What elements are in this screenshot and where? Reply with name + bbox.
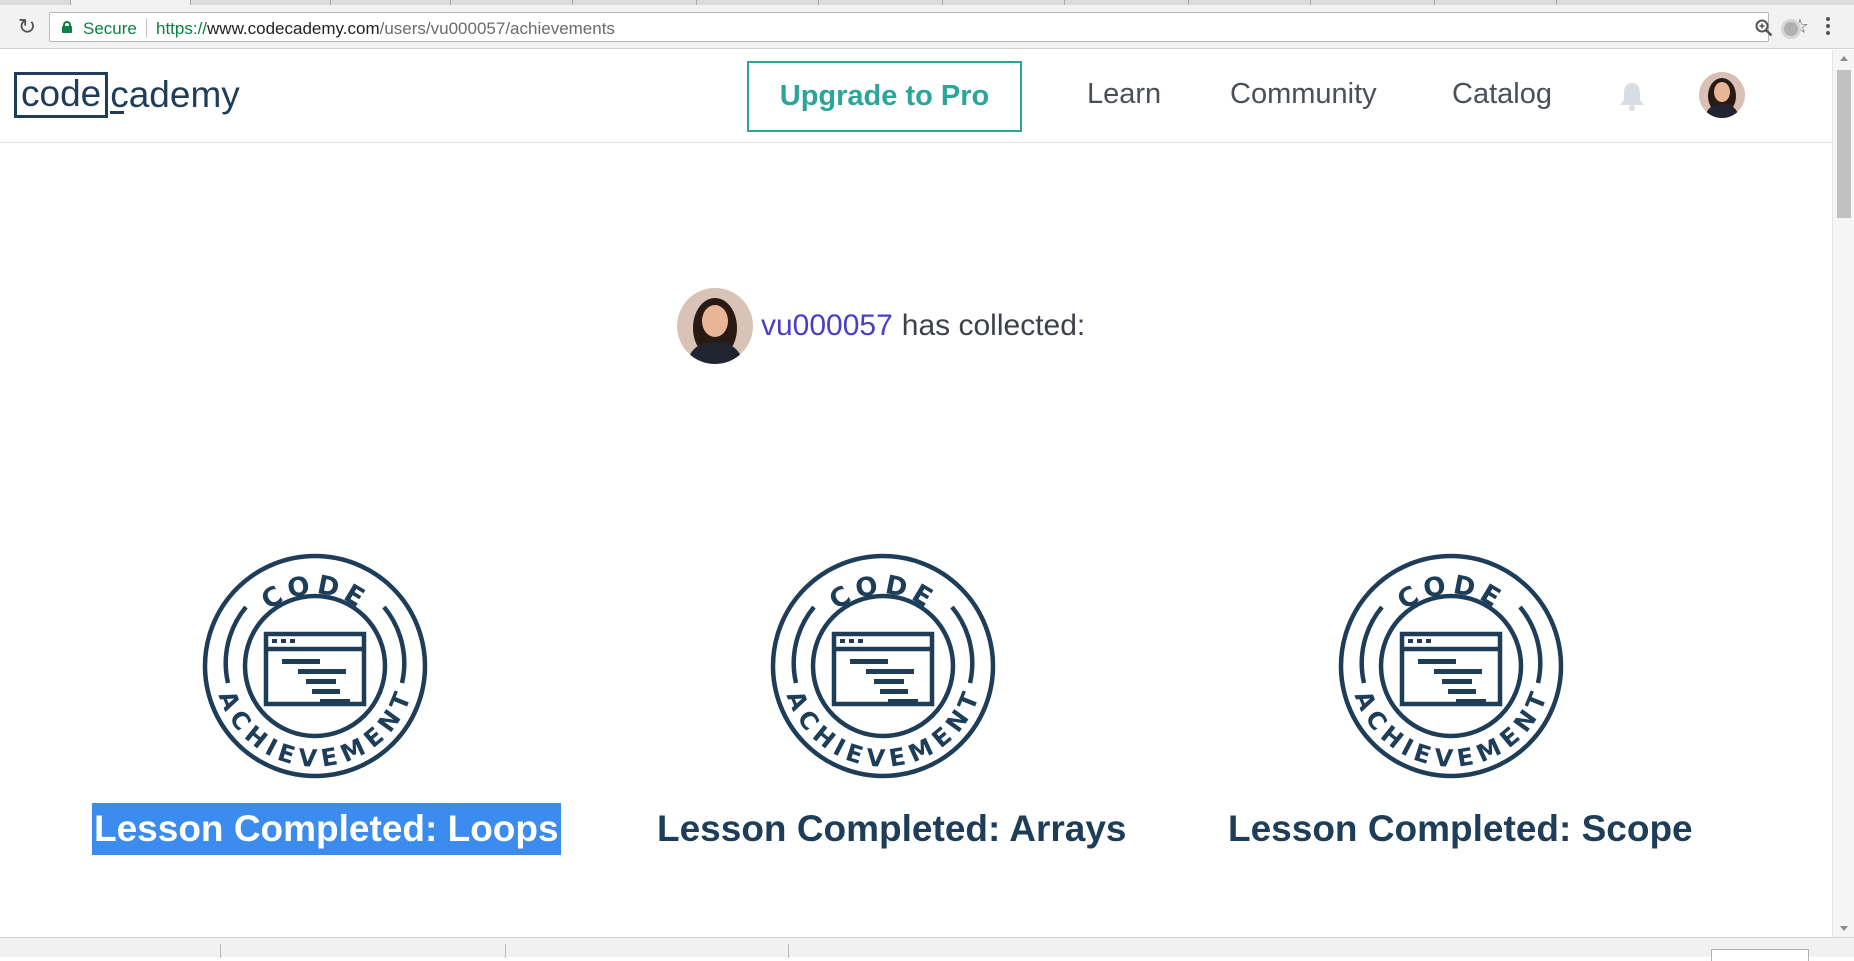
achievement-title: Lesson Completed: Scope (1228, 808, 1693, 849)
nav-catalog[interactable]: Catalog (1452, 78, 1552, 111)
lock-icon (62, 21, 72, 33)
notifications-bell-icon[interactable] (1617, 80, 1647, 112)
achievement-title: Lesson Completed: Arrays (657, 808, 1127, 849)
downloads-bar (0, 937, 1854, 961)
divider (146, 18, 147, 38)
show-all-button[interactable] (1711, 949, 1809, 961)
browser-menu-icon[interactable] (1826, 17, 1830, 39)
upgrade-to-pro-button[interactable]: Upgrade to Pro (747, 61, 1022, 132)
divider (788, 944, 789, 958)
username-link[interactable]: vu000057 (761, 309, 893, 343)
page-content: code cademy Upgrade to Pro Learn Communi… (0, 50, 1832, 937)
url-text[interactable]: https://www.codecademy.com/users/vu00005… (156, 19, 615, 39)
site-header: code cademy Upgrade to Pro Learn Communi… (0, 50, 1832, 143)
svg-text:CODE: CODE (824, 570, 941, 616)
reload-icon[interactable]: ↻ (15, 15, 39, 39)
scroll-down-arrow-icon[interactable] (1840, 926, 1848, 931)
extension-icon[interactable] (1781, 19, 1801, 39)
nav-community[interactable]: Community (1230, 78, 1377, 111)
browser-toolbar: ↻ Secure https://www.codecademy.com/user… (0, 5, 1854, 49)
address-bar[interactable]: Secure https://www.codecademy.com/users/… (49, 12, 1809, 42)
user-avatar[interactable] (1699, 72, 1745, 118)
svg-text:CODE: CODE (256, 570, 373, 616)
scroll-up-arrow-icon[interactable] (1840, 56, 1848, 61)
svg-text:ACHIEVEMENT: ACHIEVEMENT (1349, 687, 1554, 773)
secure-label: Secure (83, 19, 137, 38)
svg-text:CODE: CODE (1392, 570, 1509, 616)
code-achievement-badge-icon: CODE ACHIEVEMENT (770, 553, 996, 779)
svg-text:ACHIEVEMENT: ACHIEVEMENT (213, 687, 418, 773)
divider (220, 944, 221, 958)
codecademy-logo[interactable]: code cademy (14, 72, 240, 118)
divider (505, 944, 506, 958)
nav-learn[interactable]: Learn (1087, 78, 1161, 111)
svg-text:ACHIEVEMENT: ACHIEVEMENT (781, 687, 986, 773)
collected-label: has collected: (901, 309, 1086, 342)
profile-avatar[interactable] (677, 288, 753, 364)
scrollbar-thumb[interactable] (1837, 70, 1851, 218)
achievement-title: Lesson Completed: Loops (92, 803, 561, 855)
code-achievement-badge-icon: CODE ACHIEVEMENT (202, 553, 428, 779)
zoom-icon[interactable] (1755, 19, 1773, 37)
code-achievement-badge-icon: CODE ACHIEVEMENT (1338, 553, 1564, 779)
profile-summary: vu000057 has collected: (677, 287, 1085, 365)
page-scrollbar[interactable] (1832, 50, 1854, 937)
